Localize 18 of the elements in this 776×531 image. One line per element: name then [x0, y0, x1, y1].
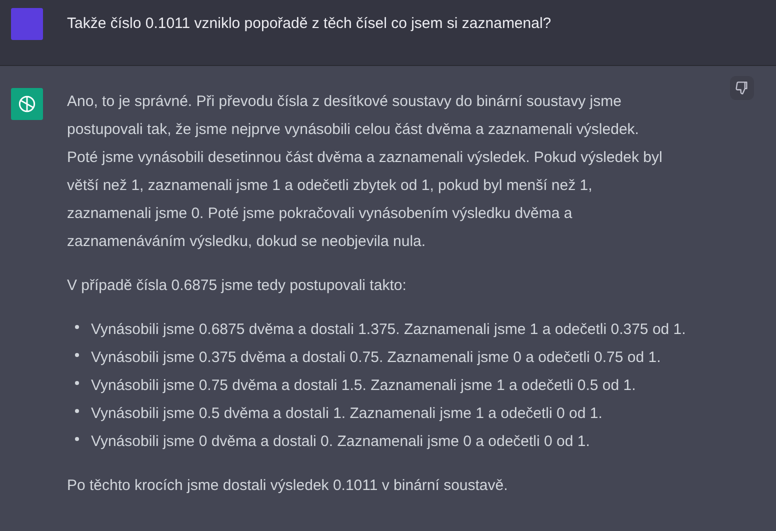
list-item: Vynásobili jsme 0.75 dvěma a dostali 1.5. Zaznamenali jsme 1 a odečetli 0.5 od 1.	[91, 376, 636, 396]
thumbs-down-icon	[735, 81, 749, 95]
bullet-icon	[75, 353, 79, 357]
message-paragraph: V případě čísla 0.6875 jsme tedy postupovali takto:	[67, 276, 408, 296]
assistant-logo-icon	[11, 88, 43, 120]
list-item: Vynásobili jsme 0 dvěma a dostali 0. Zaznamenali jsme 0 a odečetli 0 od 1.	[91, 432, 590, 452]
thumbs-down-button[interactable]	[730, 76, 754, 100]
bullet-icon	[75, 409, 79, 413]
message-paragraph: Ano, to je správné. Při převodu čísla z desítkové soustavy do binární soustavy jsme postupovali tak, že jsme nejprve vynásobili celou část dvěma a zaznamenali výsledek. Poté jsme vynásobili desetinnou část dvěma a zaznamenali výsledek. Pokud výsledek byl větší než 1, zaznamenali jsme 1 a odečetli zbytek od 1, pokud byl menší než 1, zaznamenali jsme 0. Poté jsme pokračovali vynásobením výsledku dvěma a zaznamenáváním výsledku, dokud se neobjevila nula.	[67, 92, 664, 252]
bullet-icon	[75, 381, 79, 385]
list-item: Vynásobili jsme 0.5 dvěma a dostali 1. Zaznamenali jsme 1 a odečetli 0 od 1.	[91, 404, 602, 424]
user-avatar	[11, 8, 43, 40]
user-message: Takže číslo 0.1011 vzniklo popořadě z těch čísel co jsem si zaznamenal?	[67, 14, 552, 34]
message-paragraph: Po těchto krocích jsme dostali výsledek 0.1011 v binární soustavě.	[67, 476, 509, 496]
bullet-icon	[75, 325, 79, 329]
list-item: Vynásobili jsme 0.375 dvěma a dostali 0.75. Zaznamenali jsme 0 a odečetli 0.75 od 1.	[91, 348, 661, 368]
list-item: Vynásobili jsme 0.6875 dvěma a dostali 1.375. Zaznamenali jsme 1 a odečetli 0.375 od 1.	[91, 320, 686, 340]
bullet-icon	[75, 437, 79, 441]
